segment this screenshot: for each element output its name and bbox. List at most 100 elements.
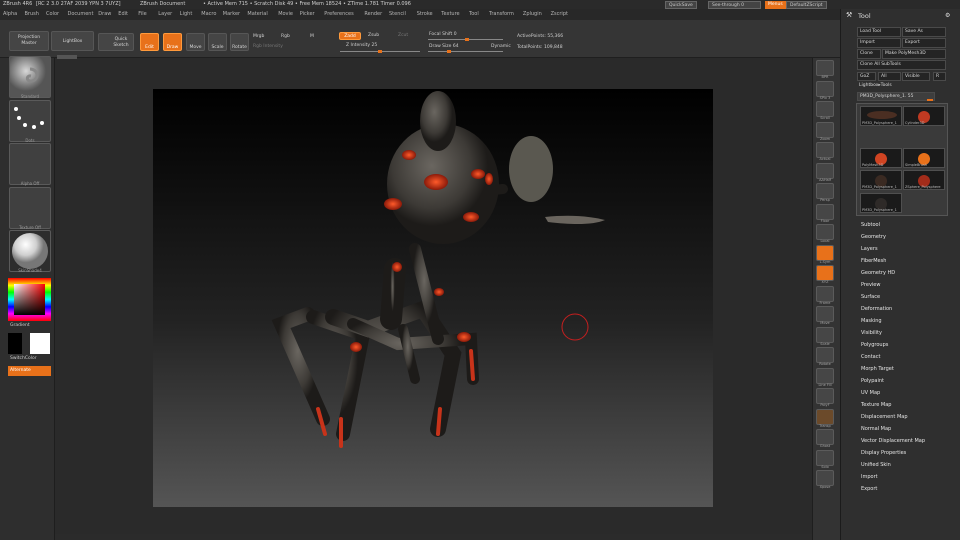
move-icon[interactable] [816, 306, 834, 322]
secondary-color-swatch[interactable] [30, 333, 50, 354]
tool-load-tool-button[interactable]: Load Tool [857, 27, 901, 37]
xyz-icon[interactable] [816, 265, 834, 281]
projection-master-button[interactable]: Projection Master [9, 31, 49, 51]
menu-draw[interactable]: Draw [98, 11, 111, 17]
subpalette-import[interactable]: Import [861, 474, 878, 480]
subpalette-layers[interactable]: Layers [861, 246, 878, 252]
switch-color-button[interactable]: SwitchColor [10, 356, 37, 361]
tool-r-button[interactable]: R [933, 72, 946, 81]
alpha-selector[interactable] [9, 143, 51, 185]
brush-selector[interactable] [9, 56, 51, 98]
texture-selector[interactable] [9, 187, 51, 229]
lightbox-tools-link[interactable]: Lightbox▸Tools [859, 83, 892, 88]
current-tool-slider[interactable]: PM3D_Polysphere_1. 55 [857, 92, 935, 101]
menu-light[interactable]: Light [180, 11, 192, 17]
menu-macro[interactable]: Macro [201, 11, 216, 17]
subpalette-masking[interactable]: Masking [861, 318, 882, 324]
menu-document[interactable]: Document [68, 11, 94, 17]
menu-alpha[interactable]: Alpha [3, 11, 17, 17]
tool-save-as-button[interactable]: Save As [902, 27, 946, 37]
move-button[interactable]: Move [186, 33, 205, 51]
rgb-toggle[interactable]: Rgb [281, 34, 290, 39]
linefill-icon[interactable] [816, 367, 834, 384]
tool-import-button[interactable]: Import [857, 38, 901, 48]
focal-shift-slider[interactable]: Focal Shift 0 [429, 32, 457, 37]
lsym-icon[interactable] [816, 244, 834, 261]
subpalette-vector-displacement-map[interactable]: Vector Displacement Map [861, 438, 925, 444]
z-intensity-slider[interactable]: Z Intensity 25 [346, 43, 377, 48]
subpalette-display-properties[interactable]: Display Properties [861, 450, 906, 456]
m-toggle[interactable]: M [310, 34, 314, 39]
tool-visible-button[interactable]: Visible [902, 72, 930, 81]
subpalette-geometry-hd[interactable]: Geometry HD [861, 270, 895, 276]
tool-clone-all-subtools-button[interactable]: Clone All SubTools [857, 60, 946, 70]
menu-layer[interactable]: Layer [158, 11, 172, 17]
tool-export-button[interactable]: Export [902, 38, 946, 48]
menu-movie[interactable]: Movie [278, 11, 293, 17]
ghost-icon[interactable] [816, 429, 834, 445]
solo-icon[interactable] [816, 449, 834, 466]
draw-size-knob[interactable] [447, 50, 451, 53]
menu-stroke[interactable]: Stroke [417, 11, 433, 17]
gradient-label[interactable]: Gradient [10, 323, 30, 328]
subpalette-deformation[interactable]: Deformation [861, 306, 892, 312]
menu-color[interactable]: Color [46, 11, 59, 17]
quick-sketch-button[interactable]: Quick Sketch [98, 33, 134, 51]
xpose-icon[interactable] [816, 470, 834, 486]
local-icon[interactable] [816, 224, 834, 240]
default-zscript-button[interactable]: DefaultZScript [786, 1, 827, 9]
subpalette-export[interactable]: Export [861, 486, 877, 492]
tool-make-polymesh3d-button[interactable]: Make PolyMesh3D [882, 49, 946, 59]
focal-shift-knob[interactable] [465, 38, 469, 41]
menu-marker[interactable]: Marker [223, 11, 240, 17]
menu-material[interactable]: Material [247, 11, 267, 17]
menu-stencil[interactable]: Stencil [389, 11, 406, 17]
menu-preferences[interactable]: Preferences [324, 11, 353, 17]
menu-file[interactable]: File [138, 11, 146, 17]
dynamic-toggle[interactable]: Dynamic [491, 44, 511, 49]
subpalette-geometry[interactable]: Geometry [861, 234, 886, 240]
persp-icon[interactable] [816, 183, 834, 199]
subpalette-visibility[interactable]: Visibility [861, 330, 882, 336]
subpalette-unified-skin[interactable]: Unified Skin [861, 462, 891, 468]
subpalette-subtool[interactable]: Subtool [861, 222, 880, 228]
rgb-intensity-slider[interactable]: Rgb Intensity [253, 44, 283, 49]
current-tool-knob[interactable] [927, 99, 933, 101]
subpalette-preview[interactable]: Preview [861, 282, 880, 288]
subpalette-normal-map[interactable]: Normal Map [861, 426, 891, 432]
scroll-icon[interactable] [816, 101, 834, 117]
rotate-icon[interactable] [816, 347, 834, 363]
quicksave-button[interactable]: QuickSave [665, 1, 697, 9]
transp-icon[interactable] [816, 408, 834, 425]
tool-goz-button[interactable]: GoZ [857, 72, 876, 81]
menu-edit[interactable]: Edit [118, 11, 128, 17]
frame-icon[interactable] [816, 285, 834, 302]
menu-render[interactable]: Render [364, 11, 382, 17]
z-intensity-knob[interactable] [378, 50, 382, 53]
rotate-button[interactable]: Rotate [230, 33, 249, 51]
floor-icon[interactable] [816, 203, 834, 220]
aahalf-icon[interactable] [816, 162, 834, 179]
subpalette-polypaint[interactable]: Polypaint [861, 378, 884, 384]
subpalette-texture-map[interactable]: Texture Map [861, 402, 891, 408]
color-picker[interactable] [8, 278, 51, 321]
lightbox-button[interactable]: LightBox [51, 31, 94, 51]
canvas-scroll-handle[interactable] [57, 55, 77, 59]
subpalette-surface[interactable]: Surface [861, 294, 880, 300]
scale-icon[interactable] [816, 326, 834, 343]
edit-button[interactable]: Edit [140, 33, 159, 51]
mrgb-toggle[interactable]: Mrgb [253, 34, 264, 39]
spix-icon[interactable] [816, 80, 834, 97]
polyf-icon[interactable] [816, 388, 834, 404]
subpalette-displacement-map[interactable]: Displacement Map [861, 414, 908, 420]
material-selector[interactable] [9, 230, 51, 272]
zadd-button[interactable]: Zadd [339, 32, 361, 40]
menus-button[interactable]: Menus [765, 1, 786, 9]
draw-size-track[interactable] [428, 51, 503, 52]
menu-transform[interactable]: Transform [489, 11, 514, 17]
tool-all-button[interactable]: All [878, 72, 901, 81]
bpr-icon[interactable] [816, 60, 834, 76]
menu-brush[interactable]: Brush [25, 11, 39, 17]
subpalette-morph-target[interactable]: Morph Target [861, 366, 894, 372]
stroke-selector[interactable] [9, 100, 51, 142]
